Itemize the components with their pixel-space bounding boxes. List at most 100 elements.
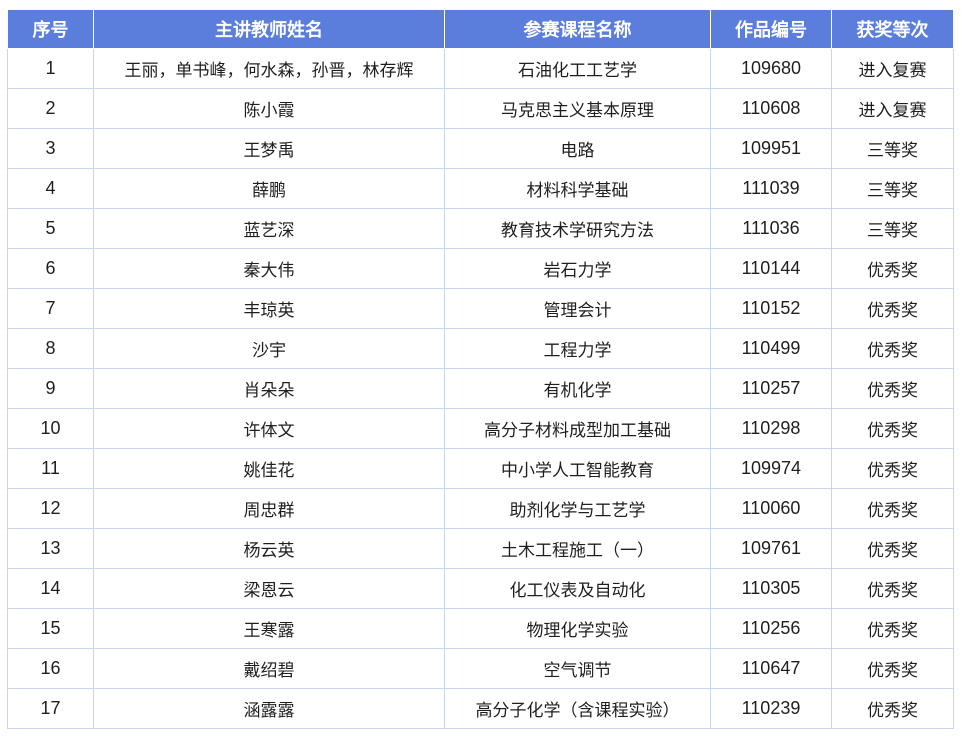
cell-teacher-name: 梁恩云 (93, 568, 445, 609)
cell-teacher-name: 许体文 (93, 408, 445, 449)
header-award-level: 获奖等次 (831, 9, 954, 49)
cell-teacher-name: 戴绍碧 (93, 648, 445, 689)
cell-teacher-name: 薛鹏 (93, 168, 445, 209)
cell-course-name: 材料科学基础 (444, 168, 711, 209)
cell-award-level: 优秀奖 (831, 568, 954, 609)
cell-course-name: 土木工程施工（一） (444, 528, 711, 569)
cell-award-level: 优秀奖 (831, 528, 954, 569)
cell-teacher-name: 丰琼英 (93, 288, 445, 329)
cell-teacher-name: 陈小霞 (93, 88, 445, 129)
cell-index: 15 (7, 608, 94, 649)
cell-award-level: 优秀奖 (831, 408, 954, 449)
cell-award-level: 优秀奖 (831, 488, 954, 529)
table-header: 序号 主讲教师姓名 参赛课程名称 作品编号 获奖等次 (7, 9, 954, 49)
cell-award-level: 三等奖 (831, 128, 954, 169)
cell-award-level: 优秀奖 (831, 288, 954, 329)
cell-teacher-name: 周忠群 (93, 488, 445, 529)
header-teacher-name: 主讲教师姓名 (93, 9, 445, 49)
cell-work-id: 109951 (710, 128, 832, 169)
table-row: 11 姚佳花 中小学人工智能教育 109974 优秀奖 (7, 448, 954, 489)
cell-index: 5 (7, 208, 94, 249)
cell-index: 7 (7, 288, 94, 329)
cell-index: 9 (7, 368, 94, 409)
cell-teacher-name: 王丽，单书峰，何水森，孙晋，林存辉 (93, 48, 445, 89)
cell-teacher-name: 姚佳花 (93, 448, 445, 489)
cell-work-id: 109974 (710, 448, 832, 489)
cell-work-id: 110144 (710, 248, 832, 289)
cell-teacher-name: 沙宇 (93, 328, 445, 369)
table-row: 2 陈小霞 马克思主义基本原理 110608 进入复赛 (7, 88, 954, 129)
cell-work-id: 110499 (710, 328, 832, 369)
cell-teacher-name: 王梦禹 (93, 128, 445, 169)
cell-work-id: 111036 (710, 208, 832, 249)
header-course-name: 参赛课程名称 (444, 9, 711, 49)
cell-work-id: 110257 (710, 368, 832, 409)
cell-index: 1 (7, 48, 94, 89)
cell-award-level: 优秀奖 (831, 368, 954, 409)
table-row: 7 丰琼英 管理会计 110152 优秀奖 (7, 288, 954, 329)
table-row: 14 梁恩云 化工仪表及自动化 110305 优秀奖 (7, 568, 954, 609)
table-row: 5 蓝艺深 教育技术学研究方法 111036 三等奖 (7, 208, 954, 249)
table-row: 8 沙宇 工程力学 110499 优秀奖 (7, 328, 954, 369)
award-table-container: 序号 主讲教师姓名 参赛课程名称 作品编号 获奖等次 1 王丽，单书峰，何水森，孙… (7, 9, 954, 729)
cell-work-id: 110239 (710, 688, 832, 729)
cell-course-name: 工程力学 (444, 328, 711, 369)
cell-course-name: 高分子材料成型加工基础 (444, 408, 711, 449)
cell-work-id: 110256 (710, 608, 832, 649)
cell-course-name: 电路 (444, 128, 711, 169)
cell-award-level: 优秀奖 (831, 248, 954, 289)
table-row: 17 涵露露 高分子化学（含课程实验） 110239 优秀奖 (7, 688, 954, 729)
table-row: 16 戴绍碧 空气调节 110647 优秀奖 (7, 648, 954, 689)
cell-index: 8 (7, 328, 94, 369)
cell-work-id: 110305 (710, 568, 832, 609)
cell-course-name: 管理会计 (444, 288, 711, 329)
cell-index: 12 (7, 488, 94, 529)
cell-course-name: 空气调节 (444, 648, 711, 689)
cell-course-name: 化工仪表及自动化 (444, 568, 711, 609)
cell-work-id: 109761 (710, 528, 832, 569)
cell-teacher-name: 王寒露 (93, 608, 445, 649)
cell-course-name: 有机化学 (444, 368, 711, 409)
cell-index: 16 (7, 648, 94, 689)
cell-course-name: 高分子化学（含课程实验） (444, 688, 711, 729)
cell-award-level: 进入复赛 (831, 48, 954, 89)
cell-work-id: 109680 (710, 48, 832, 89)
cell-award-level: 三等奖 (831, 208, 954, 249)
cell-award-level: 优秀奖 (831, 448, 954, 489)
cell-award-level: 优秀奖 (831, 648, 954, 689)
cell-course-name: 教育技术学研究方法 (444, 208, 711, 249)
table-body: 1 王丽，单书峰，何水森，孙晋，林存辉 石油化工工艺学 109680 进入复赛 2 陈小霞马… (7, 48, 954, 729)
cell-work-id: 111039 (710, 168, 832, 209)
table-row: 13 杨云英 土木工程施工（一） 109761 优秀奖 (7, 528, 954, 569)
cell-award-level: 优秀奖 (831, 688, 954, 729)
cell-index: 14 (7, 568, 94, 609)
header-row: 序号 主讲教师姓名 参赛课程名称 作品编号 获奖等次 (7, 9, 954, 49)
cell-teacher-name: 肖朵朵 (93, 368, 445, 409)
award-table: 序号 主讲教师姓名 参赛课程名称 作品编号 获奖等次 1 王丽，单书峰，何水森，孙… (7, 9, 954, 729)
cell-award-level: 优秀奖 (831, 608, 954, 649)
cell-award-level: 三等奖 (831, 168, 954, 209)
cell-course-name: 马克思主义基本原理 (444, 88, 711, 129)
cell-award-level: 优秀奖 (831, 328, 954, 369)
table-row: 12 周忠群 助剂化学与工艺学 110060 优秀奖 (7, 488, 954, 529)
cell-index: 10 (7, 408, 94, 449)
cell-work-id: 110608 (710, 88, 832, 129)
cell-index: 13 (7, 528, 94, 569)
cell-course-name: 物理化学实验 (444, 608, 711, 649)
cell-index: 3 (7, 128, 94, 169)
cell-index: 4 (7, 168, 94, 209)
cell-index: 17 (7, 688, 94, 729)
cell-work-id: 110647 (710, 648, 832, 689)
cell-work-id: 110152 (710, 288, 832, 329)
cell-course-name: 岩石力学 (444, 248, 711, 289)
table-row: 3 王梦禹 电路 109951 三等奖 (7, 128, 954, 169)
cell-teacher-name: 杨云英 (93, 528, 445, 569)
header-work-id: 作品编号 (710, 9, 832, 49)
cell-course-name: 中小学人工智能教育 (444, 448, 711, 489)
cell-course-name: 石油化工工艺学 (444, 48, 711, 89)
table-row: 4 薛鹏 材料科学基础 111039 三等奖 (7, 168, 954, 209)
cell-teacher-name: 秦大伟 (93, 248, 445, 289)
cell-index: 11 (7, 448, 94, 489)
table-row: 15 王寒露 物理化学实验 110256 优秀奖 (7, 608, 954, 649)
table-row: 1 王丽，单书峰，何水森，孙晋，林存辉 石油化工工艺学 109680 进入复赛 (7, 48, 954, 89)
